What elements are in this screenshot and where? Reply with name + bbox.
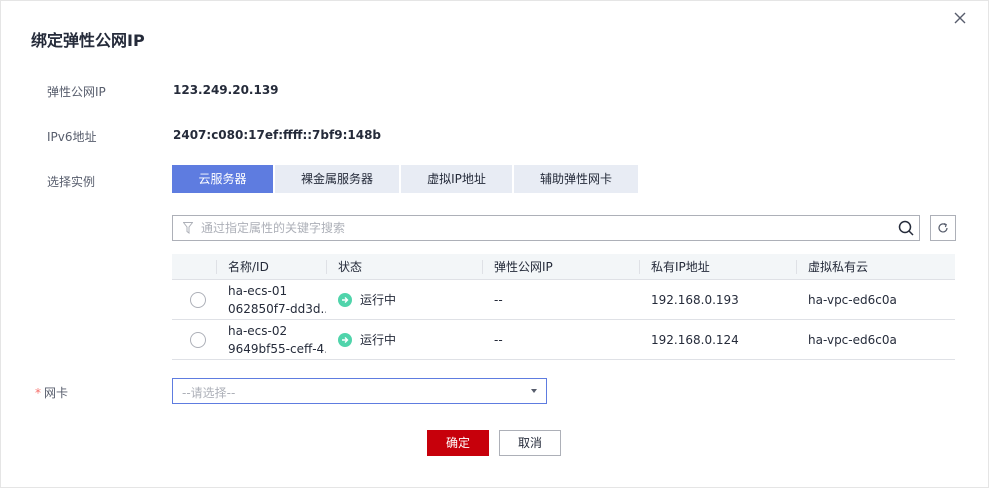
instance-id: 9649bf55-ceff-4... [228, 341, 326, 356]
search-box [172, 215, 920, 241]
col-eip: 弹性公网IP [482, 254, 639, 280]
cancel-button[interactable]: 取消 [499, 430, 561, 456]
instance-id: 062850f7-dd3d... [228, 301, 326, 316]
required-mark: * [35, 386, 41, 400]
instance-name: ha-ecs-02 [228, 323, 288, 338]
status-text: 运行中 [360, 333, 397, 347]
nic-label-text: 网卡 [44, 386, 69, 400]
col-status: 状态 [326, 254, 482, 280]
search-icon[interactable] [898, 220, 914, 236]
tab-supplementary-nic[interactable]: 辅助弹性网卡 [514, 165, 638, 193]
search-input[interactable] [201, 219, 881, 237]
chevron-down-icon [531, 389, 537, 393]
nic-label: * 网卡 [35, 384, 68, 401]
ipv6-value: 2407:c080:17ef:ffff::7bf9:148b [173, 128, 382, 142]
running-status-icon [338, 292, 352, 307]
private-ip-cell: 192.168.0.193 [651, 292, 739, 307]
refresh-icon [938, 222, 948, 233]
row-radio[interactable] [190, 291, 206, 308]
eip-value: 123.249.20.139 [173, 83, 279, 97]
close-icon[interactable] [952, 11, 968, 27]
instance-label: 选择实例 [47, 175, 96, 189]
tab-ecs[interactable]: 云服务器 [172, 165, 273, 193]
instance-type-tabs: 云服务器 裸金属服务器 虚拟IP地址 辅助弹性网卡 [172, 165, 640, 193]
instance-name: ha-ecs-01 [228, 283, 288, 298]
eip-label: 弹性公网IP [47, 85, 106, 99]
ipv6-label: IPv6地址 [47, 130, 97, 144]
ok-button[interactable]: 确定 [427, 430, 489, 456]
row-radio[interactable] [190, 331, 206, 348]
vpc-cell: ha-vpc-ed6c0a [808, 292, 897, 307]
dialog-title: 绑定弹性公网IP [31, 31, 145, 50]
private-ip-cell: 192.168.0.124 [651, 332, 739, 347]
vpc-cell: ha-vpc-ed6c0a [808, 332, 897, 347]
refresh-button[interactable] [930, 215, 956, 241]
table-row[interactable]: ha-ecs-02 9649bf55-ceff-4... 运行中 -- 192.… [172, 320, 955, 360]
col-select [172, 254, 216, 280]
nic-select-placeholder: --请选择-- [182, 386, 236, 400]
col-name: 名称/ID [216, 254, 326, 280]
tab-bms[interactable]: 裸金属服务器 [275, 165, 399, 193]
eip-cell: -- [494, 332, 503, 347]
nic-select[interactable]: --请选择-- [172, 378, 547, 404]
table-header: 名称/ID 状态 弹性公网IP 私有IP地址 虚拟私有云 [172, 254, 955, 280]
col-vpc: 虚拟私有云 [796, 254, 955, 280]
instance-table: 名称/ID 状态 弹性公网IP 私有IP地址 虚拟私有云 ha-ecs-01 0… [172, 254, 955, 360]
filter-icon[interactable] [182, 222, 194, 234]
bind-eip-dialog: 绑定弹性公网IP 弹性公网IP 123.249.20.139 IPv6地址 24… [0, 0, 989, 488]
running-status-icon [338, 332, 352, 347]
status-text: 运行中 [360, 293, 397, 307]
col-private-ip: 私有IP地址 [639, 254, 796, 280]
table-row[interactable]: ha-ecs-01 062850f7-dd3d... 运行中 -- 192.16… [172, 280, 955, 320]
eip-cell: -- [494, 292, 503, 307]
tab-virtual-ip[interactable]: 虚拟IP地址 [401, 165, 512, 193]
